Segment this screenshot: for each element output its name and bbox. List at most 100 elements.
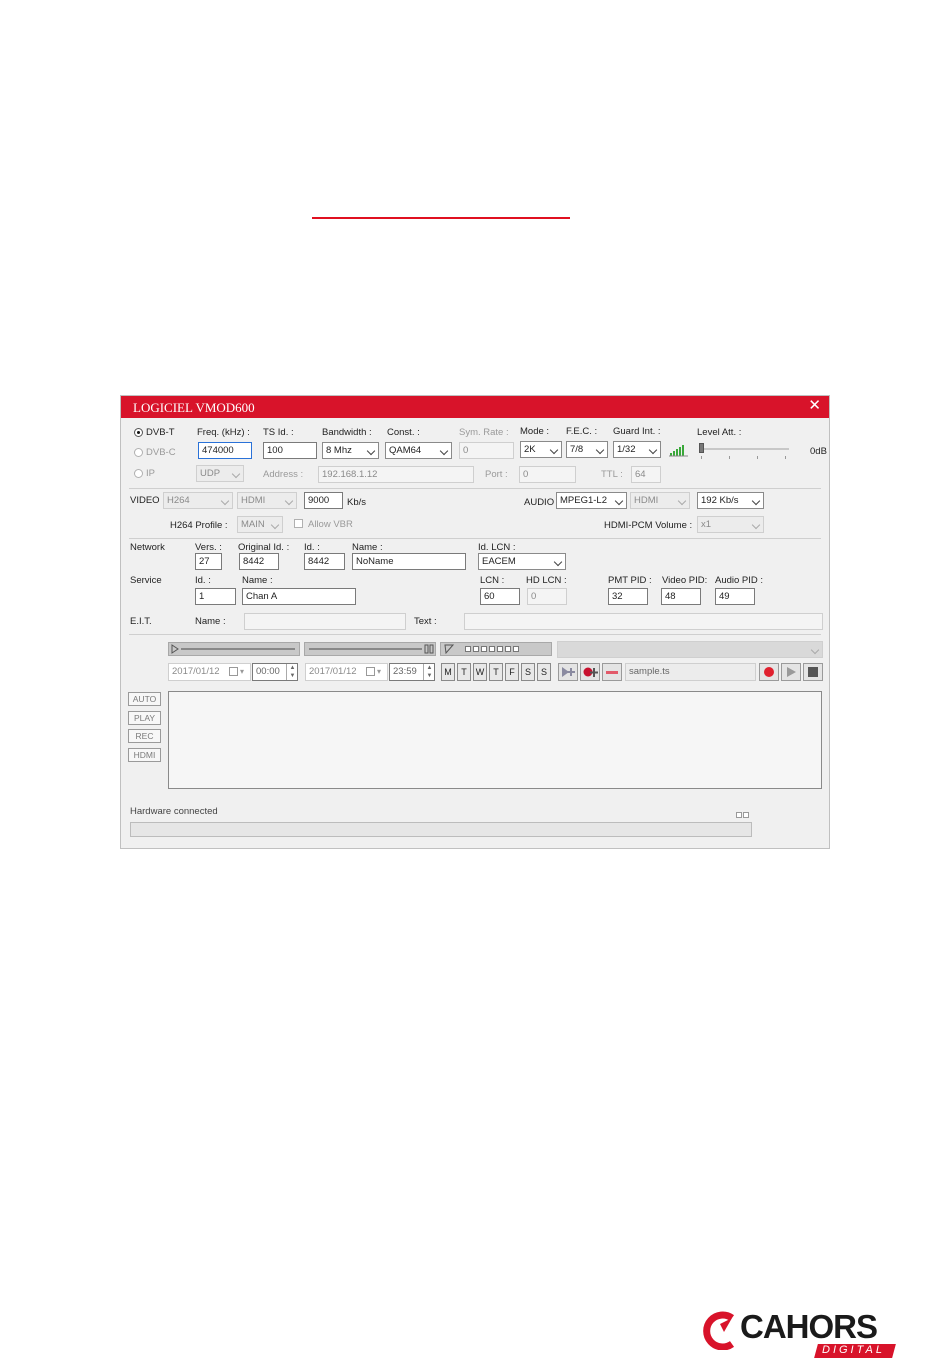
play-mode-button[interactable]: PLAY: [128, 711, 161, 725]
day-button-thursday[interactable]: T: [489, 663, 503, 681]
rec-button[interactable]: REC: [128, 729, 161, 743]
record-icon: [764, 667, 774, 677]
audio-source-select[interactable]: HDMI: [630, 492, 690, 509]
stop-icon: [808, 667, 818, 677]
auto-button[interactable]: AUTO: [128, 692, 161, 706]
service-id-input[interactable]: 1: [195, 588, 236, 605]
day-button-monday[interactable]: M: [441, 663, 455, 681]
video-rate-input[interactable]: 9000: [304, 492, 343, 509]
address-input[interactable]: 192.168.1.12: [318, 466, 474, 483]
add-record-button[interactable]: [580, 663, 600, 681]
eit-label: E.I.T.: [130, 616, 152, 627]
day-button-wednesday[interactable]: W: [473, 663, 487, 681]
eit-name-input[interactable]: [244, 613, 406, 630]
ip-proto-select[interactable]: UDP: [196, 465, 244, 482]
vers-label: Vers. :: [195, 542, 222, 553]
network-id-input[interactable]: 8442: [304, 553, 345, 570]
hd-lcn-label: HD LCN :: [526, 575, 567, 586]
end-date: 2017/01/12: [309, 666, 357, 677]
close-icon[interactable]: ✕: [808, 398, 821, 414]
tsid-input[interactable]: 100: [263, 442, 317, 459]
eit-text-label: Text :: [414, 616, 437, 627]
logo-mark-icon: [703, 1311, 735, 1350]
ip-radio[interactable]: [134, 469, 143, 478]
bandwidth-select[interactable]: 8 Mhz: [322, 442, 379, 459]
chevron-down-icon: [677, 496, 687, 506]
audio-codec-select[interactable]: MPEG1-L2: [556, 492, 627, 509]
day-button-sunday[interactable]: S: [537, 663, 551, 681]
level-label: Level Att. :: [697, 427, 742, 438]
stop-button[interactable]: [803, 663, 823, 681]
start-time: 00:00: [256, 666, 280, 677]
chevron-down-icon: [439, 446, 449, 456]
symrate-input[interactable]: 0: [459, 442, 514, 459]
start-time-input[interactable]: 00:00 ▲ ▼: [252, 663, 298, 681]
eit-text-input[interactable]: [464, 613, 823, 630]
end-progress-bar[interactable]: [304, 642, 436, 656]
audio-source-value: HDMI: [634, 495, 659, 506]
allow-vbr-checkbox[interactable]: [294, 519, 303, 528]
network-name-label: Name :: [352, 542, 383, 553]
schedule-list[interactable]: [168, 691, 822, 789]
add-record-icon: [583, 667, 598, 677]
day-button-saturday[interactable]: S: [521, 663, 535, 681]
end-date-picker[interactable]: 2017/01/12 ▾: [305, 663, 388, 681]
port-input[interactable]: 0: [519, 466, 576, 483]
end-time-input[interactable]: 23:59 ▲ ▼: [389, 663, 435, 681]
day-indicator: [489, 646, 495, 652]
fec-select[interactable]: 7/8: [566, 441, 608, 458]
time-spinner-icon[interactable]: ▲ ▼: [423, 664, 434, 680]
start-date-picker[interactable]: 2017/01/12 ▾: [168, 663, 251, 681]
volume-select[interactable]: x1: [697, 516, 764, 533]
network-name-input[interactable]: NoName: [352, 553, 466, 570]
slider-tick: [729, 456, 730, 459]
slider-tick: [757, 456, 758, 459]
ttl-input[interactable]: 64: [631, 466, 661, 483]
add-schedule-button[interactable]: [558, 663, 578, 681]
level-slider-track[interactable]: [699, 448, 789, 450]
progress-track: [181, 648, 295, 650]
day-indicator: [505, 646, 511, 652]
const-select[interactable]: QAM64: [385, 442, 452, 459]
service-name-input[interactable]: Chan A: [242, 588, 356, 605]
day-button-tuesday[interactable]: T: [457, 663, 471, 681]
record-button[interactable]: [759, 663, 779, 681]
audio-rate-select[interactable]: 192 Kb/s: [697, 492, 764, 509]
lcn-id-select[interactable]: EACEM: [478, 553, 566, 570]
mode-select[interactable]: 2K: [520, 441, 562, 458]
play-button[interactable]: [781, 663, 801, 681]
chevron-down-icon: [595, 445, 605, 455]
audio-label: AUDIO: [524, 497, 555, 508]
hdmi-button[interactable]: HDMI: [128, 748, 161, 762]
remove-button[interactable]: [602, 663, 622, 681]
chevron-down-icon: [231, 469, 241, 479]
freq-input[interactable]: 474000: [198, 442, 252, 459]
cahors-logo: CAHORS DIGITAL: [698, 1306, 898, 1362]
level-slider-thumb[interactable]: [699, 443, 704, 453]
day-indicator: [481, 646, 487, 652]
start-progress-bar[interactable]: [168, 642, 300, 656]
hd-lcn-input[interactable]: 0: [527, 588, 567, 605]
file-select[interactable]: [557, 641, 823, 658]
dvbc-radio[interactable]: [134, 448, 143, 457]
video-pid-input[interactable]: 48: [661, 588, 701, 605]
lcn-id-value: EACEM: [482, 556, 516, 567]
video-source-select[interactable]: HDMI: [237, 492, 297, 509]
pmt-pid-input[interactable]: 32: [608, 588, 648, 605]
time-spinner-icon[interactable]: ▲ ▼: [286, 664, 297, 680]
slider-tick: [785, 456, 786, 459]
service-id-label: Id. :: [195, 575, 211, 586]
separator: [129, 634, 821, 635]
const-value: QAM64: [389, 445, 422, 456]
orig-id-input[interactable]: 8442: [239, 553, 279, 570]
audio-pid-input[interactable]: 49: [715, 588, 755, 605]
guard-select[interactable]: 1/32: [613, 441, 661, 458]
h264-profile-select[interactable]: MAIN: [237, 516, 283, 533]
file-name-input[interactable]: sample.ts: [625, 663, 756, 681]
dvbt-radio[interactable]: [134, 428, 143, 437]
video-codec-select[interactable]: H264: [163, 492, 233, 509]
day-button-friday[interactable]: F: [505, 663, 519, 681]
vers-input[interactable]: 27: [195, 553, 222, 570]
network-id-label: Id. :: [304, 542, 320, 553]
lcn-input[interactable]: 60: [480, 588, 520, 605]
